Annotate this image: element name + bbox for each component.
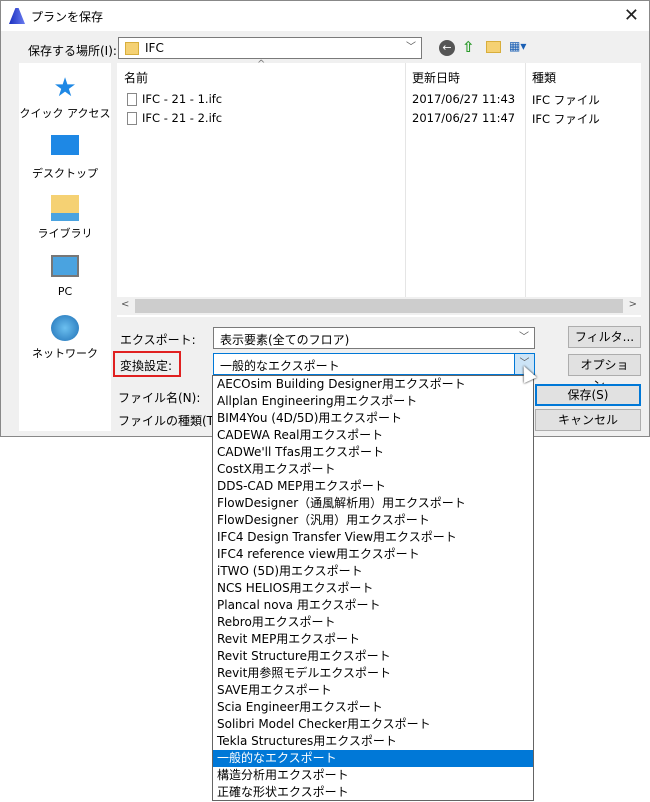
dropdown-option[interactable]: Revit MEP用エクスポート: [213, 631, 533, 648]
location-value: IFC: [145, 41, 164, 55]
dropdown-option[interactable]: CADWe'll Tfas用エクスポート: [213, 444, 533, 461]
sidebar-item-library[interactable]: ライブラリ: [19, 195, 111, 241]
location-combo[interactable]: IFC ﹀: [118, 37, 422, 59]
archicad-icon: [9, 8, 25, 24]
star-icon: ★: [53, 73, 77, 103]
cancel-button[interactable]: キャンセル: [535, 409, 641, 431]
dropdown-option[interactable]: AECOsim Building Designer用エクスポート: [213, 376, 533, 393]
column-type[interactable]: 種類: [532, 69, 556, 86]
sidebar-label: デスクトップ: [32, 167, 98, 180]
file-icon: [127, 93, 137, 106]
sort-arrow-icon: ^: [257, 59, 266, 70]
dropdown-option[interactable]: NCS HELIOS用エクスポート: [213, 580, 533, 597]
dropdown-option[interactable]: FlowDesigner（汎用）用エクスポート: [213, 512, 533, 529]
export-label: エクスポート:: [120, 333, 196, 347]
dropdown-option[interactable]: IFC4 reference view用エクスポート: [213, 546, 533, 563]
dropdown-option[interactable]: CADEWA Real用エクスポート: [213, 427, 533, 444]
dropdown-option[interactable]: CostX用エクスポート: [213, 461, 533, 478]
file-list: ^ 名前 更新日時 種類 IFC - 21 - 1.ifc 2017/06/27…: [117, 59, 641, 317]
location-label: 保存する場所(I):: [28, 44, 117, 58]
filename-label: ファイル名(N):: [118, 391, 201, 405]
sidebar-label: ネットワーク: [32, 347, 98, 360]
sidebar-item-network[interactable]: ネットワーク: [19, 315, 111, 361]
dropdown-option[interactable]: Allplan Engineering用エクスポート: [213, 393, 533, 410]
conversion-combo[interactable]: 一般的なエクスポート ﹀: [213, 353, 535, 375]
dropdown-option[interactable]: Revit用参照モデルエクスポート: [213, 665, 533, 682]
dropdown-option[interactable]: Plancal nova 用エクスポート: [213, 597, 533, 614]
dropdown-option[interactable]: FlowDesigner（通風解析用）用エクスポート: [213, 495, 533, 512]
conversion-dropdown-list[interactable]: AECOsim Building Designer用エクスポート Allplan …: [212, 375, 534, 801]
conversion-label: 変換設定:: [120, 359, 173, 373]
dropdown-option[interactable]: IFC4 Design Transfer View用エクスポート: [213, 529, 533, 546]
file-type: IFC ファイル: [532, 93, 600, 107]
file-row[interactable]: IFC - 21 - 1.ifc 2017/06/27 11:43 IFC ファ…: [117, 90, 641, 109]
dropdown-option[interactable]: Scia Engineer用エクスポート: [213, 699, 533, 716]
save-button[interactable]: 保存(S): [535, 384, 641, 406]
sidebar-item-pc[interactable]: PC: [19, 255, 111, 298]
view-menu-icon[interactable]: ▦▾: [509, 39, 531, 54]
back-icon[interactable]: ←: [439, 40, 455, 56]
file-row[interactable]: IFC - 21 - 2.ifc 2017/06/27 11:47 IFC ファ…: [117, 109, 641, 128]
network-icon: [51, 315, 79, 341]
library-icon: [51, 195, 79, 221]
column-date[interactable]: 更新日時: [412, 69, 460, 86]
column-name[interactable]: 名前: [124, 69, 148, 86]
filter-button[interactable]: フィルタ...: [568, 326, 641, 348]
close-icon[interactable]: ✕: [624, 5, 639, 26]
pc-icon: [51, 255, 79, 277]
title-bar: プランを保存 ✕: [1, 1, 649, 31]
dropdown-option[interactable]: Solibri Model Checker用エクスポート: [213, 716, 533, 733]
sidebar-item-quick-access[interactable]: ★ クイック アクセス: [19, 75, 111, 121]
horizontal-scrollbar[interactable]: < >: [117, 297, 641, 315]
sidebar-label: ライブラリ: [37, 227, 93, 240]
sidebar-label: クイック アクセス: [19, 107, 111, 120]
file-type: IFC ファイル: [532, 112, 600, 126]
dropdown-option[interactable]: Rebro用エクスポート: [213, 614, 533, 631]
file-name: IFC - 21 - 1.ifc: [142, 92, 223, 106]
dialog-title: プランを保存: [31, 10, 104, 24]
dropdown-option[interactable]: 一般的なエクスポート: [213, 750, 533, 767]
file-icon: [127, 112, 137, 125]
file-date: 2017/06/27 11:43: [412, 92, 516, 106]
up-folder-icon[interactable]: ⇧: [462, 38, 475, 56]
scroll-left-icon[interactable]: <: [121, 299, 129, 310]
new-folder-icon[interactable]: [486, 41, 501, 53]
chevron-down-icon: ﹀: [406, 42, 416, 53]
file-name: IFC - 21 - 2.ifc: [142, 111, 223, 125]
conversion-value: 一般的なエクスポート: [220, 359, 340, 373]
dropdown-option[interactable]: DDS-CAD MEP用エクスポート: [213, 478, 533, 495]
dropdown-option[interactable]: Tekla Structures用エクスポート: [213, 733, 533, 750]
chevron-down-icon: ﹀: [519, 332, 529, 343]
export-combo[interactable]: 表示要素(全てのフロア) ﹀: [213, 327, 535, 349]
dropdown-option[interactable]: 構造分析用エクスポート: [213, 767, 533, 784]
dropdown-option[interactable]: Revit Structure用エクスポート: [213, 648, 533, 665]
sidebar-item-desktop[interactable]: デスクトップ: [19, 135, 111, 181]
dropdown-option[interactable]: 正確な形状エクスポート: [213, 784, 533, 801]
dropdown-option[interactable]: iTWO (5D)用エクスポート: [213, 563, 533, 580]
scroll-right-icon[interactable]: >: [629, 299, 637, 310]
filetype-label: ファイルの種類(T):: [118, 414, 223, 428]
dropdown-option[interactable]: SAVE用エクスポート: [213, 682, 533, 699]
sidebar-label: PC: [57, 285, 73, 298]
file-date: 2017/06/27 11:47: [412, 111, 516, 125]
places-sidebar: ★ クイック アクセス デスクトップ ライブラリ PC ネットワーク: [19, 63, 111, 431]
folder-icon: [125, 42, 139, 55]
options-button[interactable]: オプション...: [568, 354, 641, 392]
dropdown-option[interactable]: BIM4You (4D/5D)用エクスポート: [213, 410, 533, 427]
desktop-icon: [51, 135, 79, 155]
scroll-thumb[interactable]: [135, 299, 623, 313]
save-plan-dialog: プランを保存 ✕ 保存する場所(I): IFC ﹀ ← ⇧ ▦▾ ★ クイック …: [0, 0, 650, 437]
export-value: 表示要素(全てのフロア): [220, 333, 350, 347]
